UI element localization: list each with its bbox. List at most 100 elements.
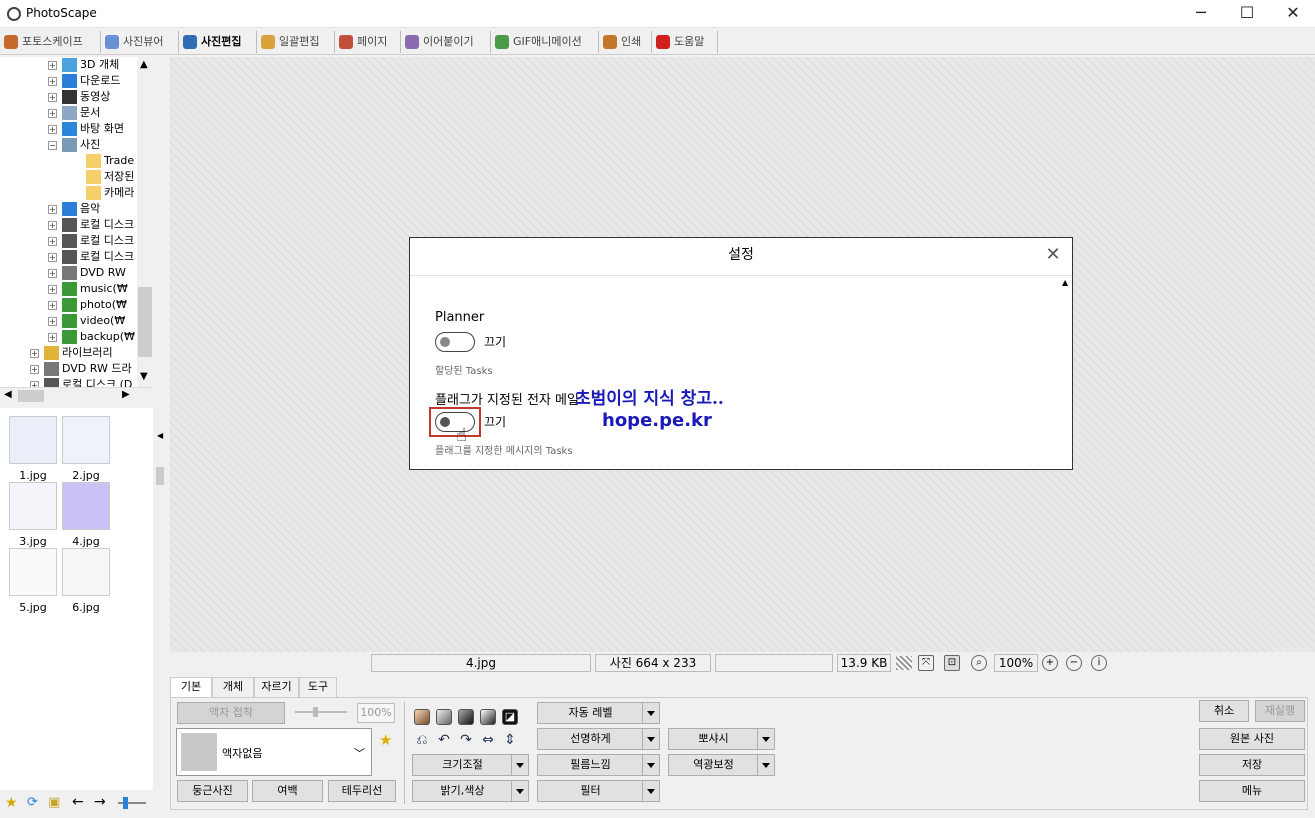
tab-editor[interactable]: 사진편집 (179, 31, 257, 53)
collapse-arrow-icon[interactable]: ◀ (157, 431, 163, 440)
margin-button[interactable]: 여백 (252, 780, 323, 802)
favorite-star-icon[interactable]: ★ (5, 795, 18, 811)
film-effect-button[interactable]: 필름느낌 (537, 754, 660, 776)
tree-item[interactable]: + photo(₩ (48, 297, 137, 313)
scroll-down-icon[interactable]: ▼ (140, 371, 148, 382)
maximize-button[interactable]: ☐ (1224, 0, 1270, 28)
scroll-thumb[interactable] (138, 287, 152, 357)
scroll-right-icon[interactable]: ▶ (122, 389, 130, 400)
bokeh-button[interactable]: 뽀샤시 (668, 728, 775, 750)
rotate-free-icon[interactable]: ⎌ (414, 732, 430, 748)
expand-icon[interactable]: + (30, 365, 39, 374)
splitter-handle[interactable] (156, 467, 164, 485)
folder-open-icon[interactable]: ▣ (48, 795, 60, 810)
tree-item[interactable]: + music(₩ (48, 281, 137, 297)
slider-handle[interactable] (123, 797, 128, 809)
tab-batch[interactable]: 일괄편집 (257, 31, 335, 53)
thumbnail-image[interactable] (9, 482, 57, 530)
expand-icon[interactable]: + (48, 317, 57, 326)
original-photo-button[interactable]: 원본 사진 (1199, 728, 1305, 750)
tree-item[interactable]: + 동영상 (48, 89, 137, 105)
filter-button[interactable]: 필터 (537, 780, 660, 802)
cancel-button[interactable]: 취소 (1199, 700, 1249, 722)
tree-item[interactable]: + 로컬 디스크 (D (30, 377, 137, 387)
tree-item[interactable]: + 라이브러리 (30, 345, 137, 361)
flip-horizontal-icon[interactable]: ⇔ (480, 732, 496, 748)
rotate-left-icon[interactable]: ↶ (436, 732, 452, 748)
redo-button[interactable]: 재실행 (1255, 700, 1305, 722)
tree-item[interactable]: + 바탕 화면 (48, 121, 137, 137)
dark-swatch-icon[interactable] (458, 709, 474, 725)
gray-swatch-icon[interactable] (436, 709, 452, 725)
expand-icon[interactable]: + (48, 221, 57, 230)
zoom-level[interactable]: 100% (994, 654, 1038, 672)
fit-screen-icon[interactable]: ⤧ (918, 655, 934, 671)
frame-percent-field[interactable]: 100% (357, 703, 395, 723)
brightness-color-button[interactable]: 밝기,색상 (412, 780, 529, 802)
border-button[interactable]: 테두리선 (328, 780, 396, 802)
sharpen-button[interactable]: 선명하게 (537, 728, 660, 750)
tree-item[interactable]: + 문서 (48, 105, 137, 121)
expand-icon[interactable]: + (48, 125, 57, 134)
expand-icon[interactable]: + (48, 109, 57, 118)
expand-icon[interactable]: + (48, 269, 57, 278)
thumbnail-image[interactable] (62, 482, 110, 530)
zoom-icon[interactable]: ⌕ (971, 655, 987, 671)
tree-item[interactable]: + 다운로드 (48, 73, 137, 89)
thumbnail-image[interactable] (62, 548, 110, 596)
subtab-tools[interactable]: 도구 (299, 677, 337, 697)
subtab-basic[interactable]: 기본 (170, 677, 212, 697)
subtab-crop[interactable]: 자르기 (254, 677, 299, 697)
rotate-right-icon[interactable]: ↷ (458, 732, 474, 748)
favorite-star-icon[interactable]: ★ (379, 731, 392, 749)
tree-item[interactable]: + video(₩ (48, 313, 137, 329)
tab-gif[interactable]: GIF애니메이션 (491, 31, 599, 53)
flip-vertical-icon[interactable]: ⇕ (502, 732, 518, 748)
subtab-object[interactable]: 개체 (212, 677, 254, 697)
resize-button[interactable]: 크기조절 (412, 754, 529, 776)
back-arrow-icon[interactable]: ← (72, 794, 84, 810)
tree-item[interactable]: 카메라 (72, 185, 137, 201)
contrast-swatch-icon[interactable] (480, 709, 496, 725)
expand-icon[interactable]: + (48, 237, 57, 246)
auto-level-button[interactable]: 자동 레벨 (537, 702, 660, 724)
scroll-left-icon[interactable]: ◀ (4, 389, 12, 400)
tree-item[interactable]: + 음악 (48, 201, 137, 217)
slider-handle[interactable] (313, 707, 318, 717)
thumbnail-image[interactable] (62, 416, 110, 464)
tree-item[interactable]: + 로컬 디스크 (48, 233, 137, 249)
close-icon[interactable]: ✕ (1044, 246, 1062, 264)
tab-page[interactable]: 페이지 (335, 31, 401, 53)
tab-viewer[interactable]: 사진뷰어 (101, 31, 179, 53)
planner-toggle[interactable] (435, 332, 475, 352)
expand-icon[interactable]: + (48, 205, 57, 214)
menu-button[interactable]: 메뉴 (1199, 780, 1305, 802)
expand-icon[interactable]: + (48, 77, 57, 86)
info-icon[interactable]: i (1091, 655, 1107, 671)
scroll-up-icon[interactable]: ▲ (140, 59, 148, 70)
tab-photoscape[interactable]: 포토스케이프 (0, 31, 101, 53)
expand-icon[interactable]: − (48, 141, 57, 150)
tree-item[interactable]: + 로컬 디스크 (48, 217, 137, 233)
tree-item[interactable]: + 로컬 디스크 (48, 249, 137, 265)
tree-item[interactable]: − 사진 (48, 137, 137, 153)
tree-item[interactable]: + DVD RW (48, 265, 137, 281)
expand-icon[interactable]: + (48, 61, 57, 70)
tree-horizontal-scrollbar[interactable]: ◀ ▶ (0, 387, 153, 404)
scroll-up-icon[interactable]: ▲ (1062, 278, 1068, 287)
tab-combine[interactable]: 이어붙이기 (401, 31, 491, 53)
expand-icon[interactable]: + (48, 93, 57, 102)
dialog-scrollbar[interactable]: ▲ (1060, 278, 1072, 468)
tree-item[interactable]: 저장된 (72, 169, 137, 185)
round-photo-button[interactable]: 둥근사진 (177, 780, 248, 802)
close-button[interactable]: ✕ (1270, 0, 1315, 28)
expand-icon[interactable]: + (48, 253, 57, 262)
backlight-button[interactable]: 역광보정 (668, 754, 775, 776)
tree-item[interactable]: + DVD RW 드라 (30, 361, 137, 377)
thumbnail-image[interactable] (9, 548, 57, 596)
tab-help[interactable]: 도움말 (652, 31, 718, 53)
expand-icon[interactable]: + (48, 285, 57, 294)
transparency-grid-icon[interactable] (896, 656, 912, 670)
frame-paste-button[interactable]: 액자 접착 (177, 702, 285, 724)
expand-icon[interactable]: + (30, 349, 39, 358)
